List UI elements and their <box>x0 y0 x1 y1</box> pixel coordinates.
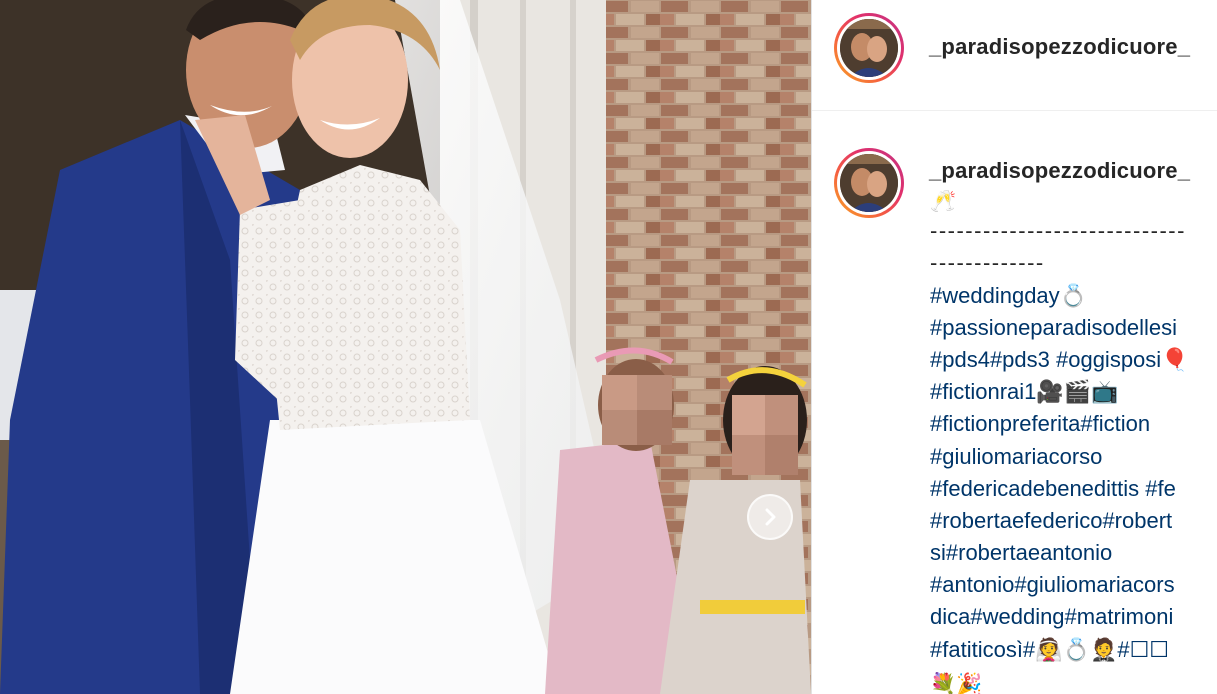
header-avatar[interactable] <box>834 13 904 83</box>
hashtag-line[interactable]: #fictionpreferita#fiction <box>930 408 1217 440</box>
avatar-picture <box>840 19 898 77</box>
caption-line: 🥂 <box>930 183 1217 215</box>
hashtag-line[interactable]: #fictionrai1🎥🎬📺 <box>930 376 1217 408</box>
post-sidebar: _paradisopezzodicuore_ _paradisopezzodic… <box>812 0 1217 694</box>
avatar-picture <box>840 154 898 212</box>
caption-username[interactable]: _paradisopezzodicuore_ <box>929 158 1190 184</box>
caption-divider: ------------- <box>930 250 1045 276</box>
caption-avatar[interactable] <box>834 148 904 218</box>
hashtag-line[interactable]: #giuliomariacorso <box>930 441 1217 473</box>
post-photo[interactable] <box>0 0 811 694</box>
chevron-right-icon <box>765 508 776 526</box>
hashtag-line[interactable]: #antonio#giuliomariacors <box>930 569 1217 601</box>
post-caption: 🥂 ----------------------------- --------… <box>930 183 1217 694</box>
hashtag-line[interactable]: si#robertaeantonio <box>930 537 1217 569</box>
hashtag-line[interactable]: #robertaefederico#robert <box>930 505 1217 537</box>
hashtag-line[interactable]: #fatiticosì#👰💍🤵#☐☐ <box>930 634 1217 666</box>
header-separator <box>812 110 1217 111</box>
hashtag-line[interactable]: #passioneparadisodellesi <box>930 312 1217 344</box>
hashtag-line[interactable]: #federicadebenedittis #fe <box>930 473 1217 505</box>
champagne-emoji: 🥂 <box>930 189 957 213</box>
caption-divider: ----------------------------- <box>930 218 1186 244</box>
caption-line: 💐🎉 <box>930 666 1217 694</box>
hashtag-line[interactable]: dica#wedding#matrimoni <box>930 601 1217 633</box>
hashtag-line[interactable]: #weddingday💍 <box>930 280 1217 312</box>
bouquet-party-emoji: 💐🎉 <box>930 671 983 694</box>
hashtag-line[interactable]: #pds4#pds3 #oggisposi🎈 <box>930 344 1217 376</box>
wedding-photo <box>0 0 811 694</box>
carousel-next-button[interactable] <box>747 494 793 540</box>
header-username[interactable]: _paradisopezzodicuore_ <box>929 34 1190 60</box>
